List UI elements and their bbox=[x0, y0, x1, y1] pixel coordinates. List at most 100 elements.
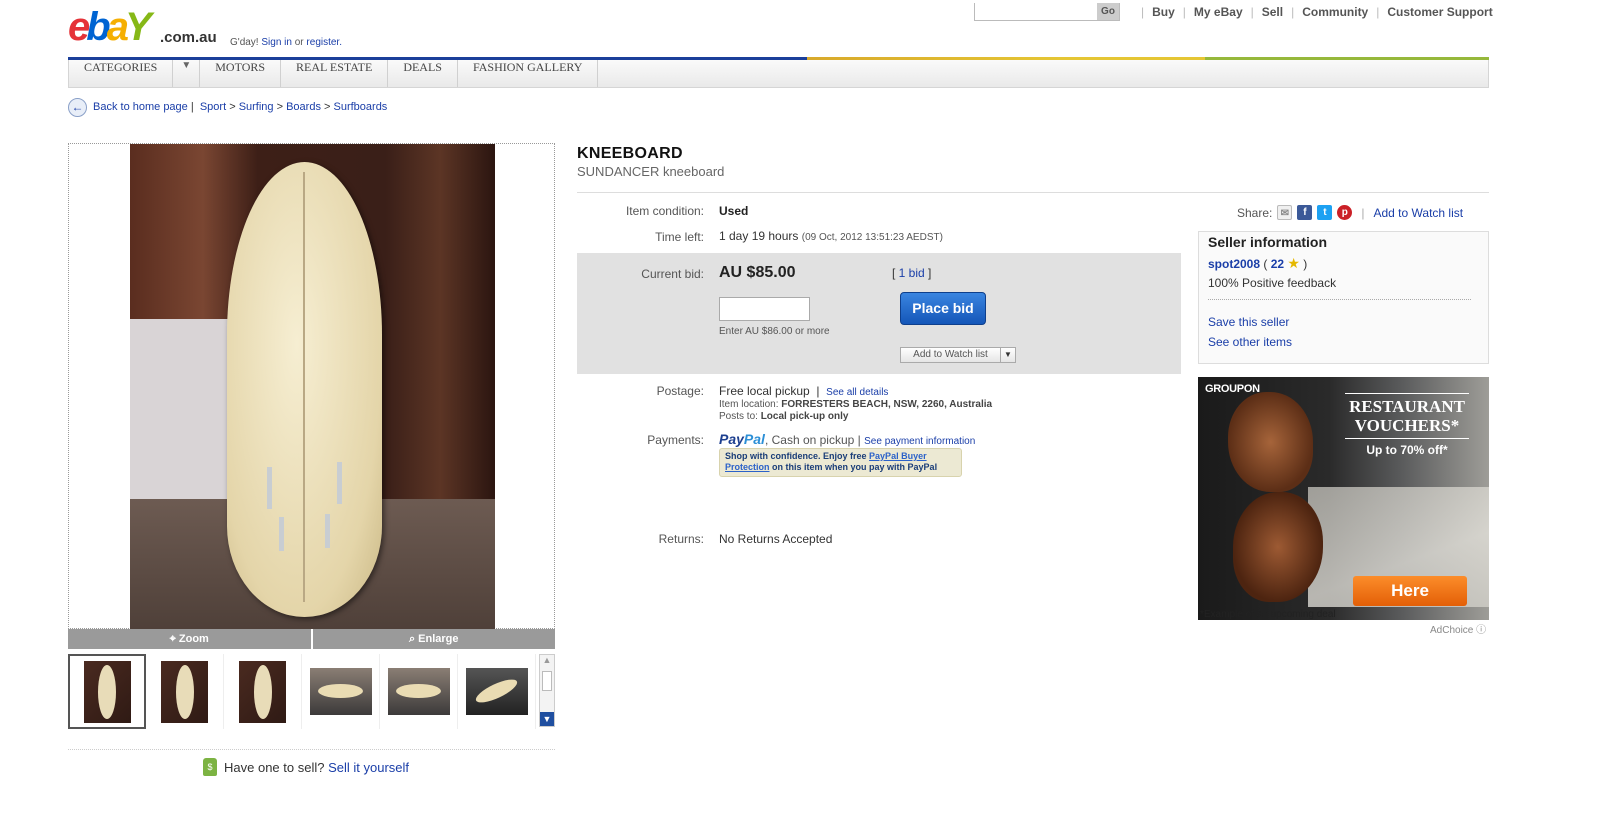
divider bbox=[1345, 438, 1469, 439]
register-link[interactable]: register. bbox=[306, 37, 342, 48]
nav-real-estate[interactable]: REAL ESTATE bbox=[281, 60, 389, 87]
add-to-watch-list-button[interactable]: Add to Watch list ▼ bbox=[900, 347, 1016, 363]
scroll-up-icon[interactable]: ▲ bbox=[540, 655, 554, 669]
category-nav-bar: CATEGORIES ▼ MOTORS REAL ESTATE DEALS FA… bbox=[68, 60, 1489, 88]
breadcrumb-surfboards[interactable]: Surfboards bbox=[334, 101, 388, 113]
payments-value: PayPal, Cash on pickup | See payment inf… bbox=[719, 431, 976, 447]
current-bid-value: AU $85.00 bbox=[719, 264, 796, 281]
item-location: Item location: FORRESTERS BEACH, NSW, 22… bbox=[719, 399, 993, 410]
share-bar: Share: ✉ f t p | Add to Watch list bbox=[1237, 205, 1464, 220]
thumbnail-5[interactable] bbox=[380, 654, 458, 729]
divider bbox=[577, 192, 1489, 193]
kneeboard-photo[interactable] bbox=[130, 144, 495, 629]
see-payment-information-link[interactable]: See payment information bbox=[864, 436, 975, 447]
seller-name-link[interactable]: spot2008 bbox=[1208, 257, 1260, 271]
star-icon: ★ bbox=[1287, 255, 1300, 271]
nav-deals[interactable]: DEALS bbox=[388, 60, 458, 87]
bid-hint: Enter AU $86.00 or more bbox=[719, 326, 830, 337]
top-nav-sell[interactable]: Sell bbox=[1262, 5, 1283, 19]
top-nav-buy[interactable]: Buy bbox=[1152, 5, 1175, 19]
ebay-logo[interactable]: ebaY .com.au bbox=[68, 3, 218, 51]
add-to-watch-list-link[interactable]: Add to Watch list bbox=[1373, 206, 1463, 220]
greeting: G'day! Sign in or register. bbox=[230, 37, 342, 48]
sell-it-yourself-link[interactable]: Sell it yourself bbox=[328, 760, 409, 775]
scroll-thumb[interactable] bbox=[542, 671, 552, 691]
thumbnail-strip bbox=[68, 654, 538, 729]
bid-count: [ 1 bid ] bbox=[892, 266, 932, 280]
price-tag-icon: $ bbox=[203, 758, 217, 776]
zoom-button[interactable]: ⌖ Zoom bbox=[68, 629, 311, 649]
paypal-protection-notice: Shop with confidence. Enjoy free PayPal … bbox=[719, 448, 962, 477]
sign-in-link[interactable]: Sign in bbox=[261, 37, 292, 48]
item-title: KNEEBOARD bbox=[577, 145, 683, 162]
posts-to: Posts to: Local pick-up only bbox=[719, 411, 849, 422]
bid-amount-input[interactable] bbox=[719, 297, 810, 321]
seller-feedback: 100% Positive feedback bbox=[1208, 276, 1337, 290]
search-go-button[interactable]: Go bbox=[1097, 3, 1119, 20]
ad-headline-2: VOUCHERS* bbox=[1354, 416, 1460, 435]
scroll-down-icon[interactable]: ▼ bbox=[540, 712, 554, 726]
returns-label: Returns: bbox=[658, 532, 704, 546]
chevron-down-icon[interactable]: ▼ bbox=[173, 60, 201, 87]
breadcrumb: Back to home page | Sport > Surfing > Bo… bbox=[93, 101, 388, 113]
seller-name-row: spot2008 ( 22 ★ ) bbox=[1208, 255, 1308, 271]
breadcrumb-sport[interactable]: Sport bbox=[200, 101, 226, 113]
email-icon[interactable]: ✉ bbox=[1277, 205, 1293, 220]
sell-prompt: Have one to sell? Sell it yourself bbox=[224, 760, 409, 775]
adchoice-icon: ⓘ bbox=[1476, 625, 1487, 636]
ad-headline: RESTAURANT bbox=[1349, 397, 1465, 416]
pinterest-icon[interactable]: p bbox=[1337, 205, 1353, 220]
nav-motors[interactable]: MOTORS bbox=[200, 60, 282, 87]
main-image-frame[interactable] bbox=[68, 143, 555, 629]
twitter-icon[interactable]: t bbox=[1317, 205, 1333, 220]
condition-label: Item condition: bbox=[625, 204, 704, 218]
ad-brand: GROUPON bbox=[1205, 383, 1260, 395]
bid-history-link[interactable]: 1 bid bbox=[899, 266, 925, 280]
ad-subheadline: Up to 70% off* bbox=[1366, 443, 1448, 457]
postage-label: Postage: bbox=[656, 384, 704, 398]
divider bbox=[1208, 299, 1471, 300]
postage-value: Free local pickup | See all details bbox=[719, 384, 889, 398]
end-date: (09 Oct, 2012 13:51:23 AEDST) bbox=[801, 232, 943, 243]
item-subtitle: SUNDANCER kneeboard bbox=[577, 164, 725, 179]
seller-heading: Seller information bbox=[1208, 234, 1328, 250]
thumbnail-3[interactable] bbox=[224, 654, 302, 729]
current-bid-label: Current bid: bbox=[641, 267, 704, 281]
back-arrow-icon[interactable]: ← bbox=[68, 98, 87, 117]
thumbnail-2[interactable] bbox=[146, 654, 224, 729]
nav-categories[interactable]: CATEGORIES bbox=[69, 60, 174, 87]
ad-footnote: *Example of an upcoming deal bbox=[1200, 609, 1336, 620]
back-to-home-link[interactable]: Back to home page bbox=[93, 101, 188, 113]
thumbnail-scrollbar[interactable]: ▲ ▼ bbox=[539, 654, 555, 727]
see-other-items-link[interactable]: See other items bbox=[1208, 335, 1292, 349]
nav-fashion-gallery[interactable]: FASHION GALLERY bbox=[458, 60, 599, 87]
image-toolbar: ⌖ Zoom ⌕ Enlarge bbox=[68, 629, 555, 649]
breadcrumb-boards[interactable]: Boards bbox=[286, 101, 321, 113]
chevron-down-icon[interactable]: ▼ bbox=[1000, 348, 1015, 362]
feedback-score-link[interactable]: 22 bbox=[1271, 257, 1284, 271]
thumbnail-6[interactable] bbox=[458, 654, 536, 729]
save-seller-link[interactable]: Save this seller bbox=[1208, 315, 1289, 329]
paypal-logo: PayPal bbox=[719, 431, 765, 447]
payments-label: Payments: bbox=[647, 433, 704, 447]
enlarge-button[interactable]: ⌕ Enlarge bbox=[310, 629, 556, 649]
ad-here-button[interactable]: Here bbox=[1353, 576, 1467, 606]
place-bid-button[interactable]: Place bid bbox=[900, 292, 986, 325]
breadcrumb-surfing[interactable]: Surfing bbox=[239, 101, 274, 113]
thumbnail-1[interactable] bbox=[68, 654, 146, 729]
divider bbox=[68, 749, 555, 750]
divider bbox=[1345, 393, 1469, 394]
top-nav-community[interactable]: Community bbox=[1302, 5, 1368, 19]
adchoice-link[interactable]: AdChoice ⓘ bbox=[1430, 621, 1486, 636]
logo-domain: .com.au bbox=[160, 29, 217, 46]
condition-value: Used bbox=[719, 204, 749, 218]
top-nav-my-ebay[interactable]: My eBay bbox=[1194, 5, 1243, 19]
top-nav: | Buy | My eBay | Sell | Community | Customer… bbox=[1141, 5, 1493, 19]
see-all-details-link[interactable]: See all details bbox=[826, 387, 888, 398]
time-left-value: 1 day 19 hours (09 Oct, 2012 13:51:23 AE… bbox=[719, 229, 943, 243]
thumbnail-4[interactable] bbox=[302, 654, 380, 729]
top-nav-customer-support[interactable]: Customer Support bbox=[1387, 5, 1492, 19]
returns-value: No Returns Accepted bbox=[719, 532, 833, 546]
time-left-label: Time left: bbox=[655, 230, 704, 244]
facebook-icon[interactable]: f bbox=[1297, 205, 1313, 220]
